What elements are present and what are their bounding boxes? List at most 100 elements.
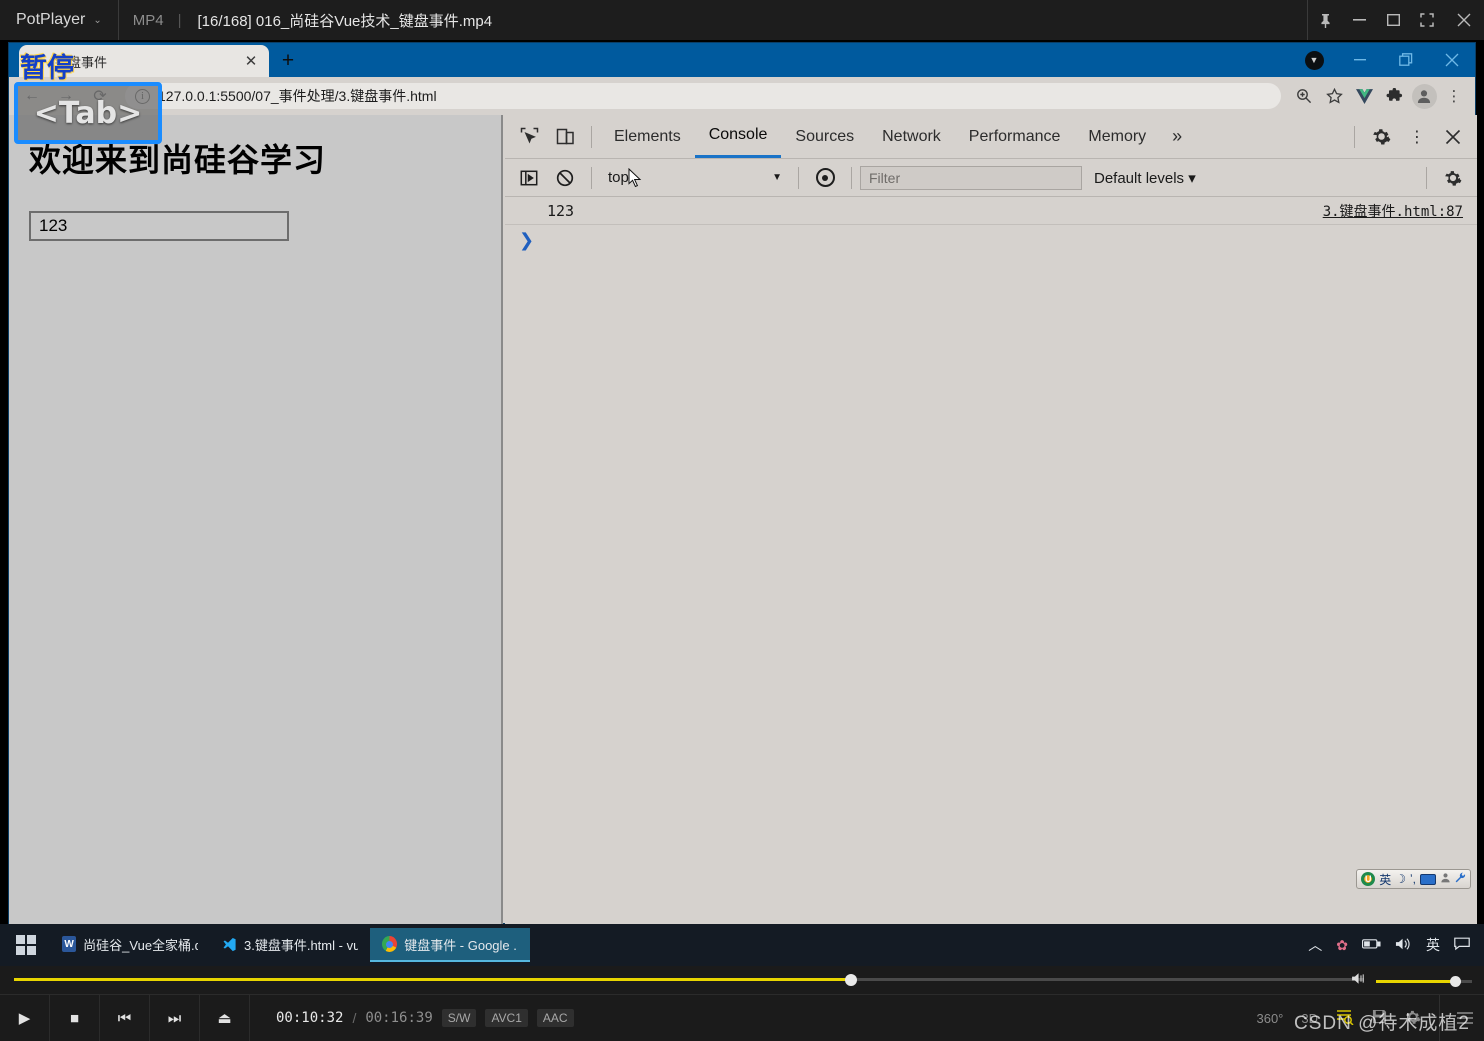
current-time: 00:10:32 [276, 1010, 344, 1026]
ime-keyboard-icon[interactable] [1420, 873, 1436, 885]
pause-watermark: 暂停 [20, 53, 74, 84]
chrome-menu-icon[interactable]: ⋮ [1439, 81, 1469, 111]
media-filename: [16/168] 016_尚硅谷Vue技术_键盘事件.mp4 [197, 12, 493, 30]
devtools-close-icon[interactable] [1435, 118, 1471, 156]
taskbar-item-chrome[interactable]: 键盘事件 - Google ... [370, 928, 530, 962]
seek-thumb[interactable] [845, 973, 857, 986]
volume-slider[interactable] [1376, 975, 1472, 987]
console-settings-group [1418, 159, 1471, 197]
filterbar-divider [591, 166, 592, 189]
minimize-icon[interactable] [1342, 0, 1376, 40]
profile-avatar-icon[interactable] [1409, 81, 1439, 111]
ime-logo-icon[interactable]: U [1361, 872, 1376, 886]
close-icon[interactable] [1429, 43, 1475, 77]
device-toolbar-icon[interactable] [547, 118, 583, 156]
media-format-label: MP4 [132, 11, 164, 29]
taskbar-item-vscode[interactable]: 3.键盘事件.html - vu... [210, 928, 370, 962]
inspect-element-icon[interactable] [511, 118, 547, 156]
downloads-icon[interactable]: ▼ [1291, 43, 1337, 77]
tab-console[interactable]: Console [694, 116, 782, 158]
console-settings-icon[interactable] [1435, 159, 1471, 197]
page-text-input[interactable] [29, 211, 289, 241]
console-levels-dropdown[interactable]: Default levels ▾ [1082, 169, 1208, 187]
seek-bar[interactable] [14, 973, 1364, 986]
ime-mode-label[interactable]: 英 [1379, 871, 1391, 888]
more-tabs-icon[interactable]: » [1160, 126, 1194, 147]
devtools-tabbar: Elements Console Sources Network Perform… [505, 115, 1477, 159]
flower-app-icon[interactable]: ✿ [1336, 937, 1348, 954]
next-button[interactable]: ⏭ [150, 994, 200, 1041]
taskbar-item-label: 键盘事件 - Google ... [404, 937, 518, 953]
devtools-settings-icon[interactable] [1363, 118, 1399, 156]
address-bar-url: 127.0.0.1:5500/07_事件处理/3.键盘事件.html [158, 88, 437, 104]
console-message-source-link[interactable]: 3.键盘事件.html:87 [1323, 201, 1463, 221]
ime-punctuation-icon[interactable]: ʼ, [1410, 872, 1416, 886]
battery-icon[interactable] [1362, 937, 1381, 953]
ime-language-indicator[interactable]: 英 [1426, 935, 1440, 955]
restore-icon[interactable] [1383, 43, 1429, 77]
previous-button[interactable]: ⏮ [100, 994, 150, 1041]
keypress-overlay: <Tab> [14, 82, 162, 144]
filterbar-divider [1426, 166, 1427, 189]
potplayer-brand-menu[interactable]: PotPlayer ⌄ [0, 0, 118, 40]
ime-user-icon[interactable] [1440, 872, 1451, 886]
stop-button[interactable]: ■ [50, 994, 100, 1041]
fullscreen-icon[interactable] [1410, 0, 1444, 40]
vue-devtools-icon[interactable] [1349, 81, 1379, 111]
live-expression-icon[interactable] [807, 159, 843, 197]
console-message-row[interactable]: 123 3.键盘事件.html:87 [505, 197, 1477, 225]
screen-root: PotPlayer ⌄ MP4 | [16/168] 016_尚硅谷Vue技术_… [0, 0, 1484, 1041]
tab-sources[interactable]: Sources [781, 116, 868, 158]
volume-control [1351, 972, 1472, 990]
extensions-puzzle-icon[interactable] [1379, 81, 1409, 111]
bookmark-star-icon[interactable] [1319, 81, 1349, 111]
minimize-icon[interactable] [1337, 43, 1383, 77]
csdn-watermark: CSDN @待木成植2 [1294, 1013, 1470, 1034]
address-bar[interactable]: i 127.0.0.1:5500/07_事件处理/3.键盘事件.html [125, 83, 1281, 109]
show-hidden-icons-button[interactable]: ︿ [1308, 935, 1322, 955]
tab-elements[interactable]: Elements [600, 116, 695, 158]
page-viewport: 欢迎来到尚硅谷学习 [9, 115, 503, 925]
console-filter-placeholder: Filter [869, 169, 901, 186]
volume-icon[interactable] [1395, 937, 1412, 954]
play-button[interactable]: ▶ [0, 994, 50, 1041]
clear-console-icon[interactable] [547, 159, 583, 197]
devtools-right-controls: ⋮ [1346, 118, 1471, 156]
devtools-panel: Elements Console Sources Network Perform… [505, 115, 1477, 925]
toolbar-divider [591, 125, 592, 148]
taskbar-item-word[interactable]: W 尚硅谷_Vue全家桶.d... [50, 928, 210, 962]
ime-tools-icon[interactable] [1455, 872, 1466, 886]
windows-start-button[interactable] [16, 935, 36, 955]
tab-memory[interactable]: Memory [1074, 116, 1160, 158]
ime-floating-toolbar[interactable]: U 英 ☽ ʼ, [1356, 869, 1471, 889]
chevron-down-icon: ⌄ [93, 14, 102, 26]
view-360-button[interactable]: 360° [1256, 1011, 1283, 1026]
tab-performance[interactable]: Performance [955, 116, 1075, 158]
devtools-menu-icon[interactable]: ⋮ [1399, 118, 1435, 156]
chrome-toolbar: ← → ⟳ i 127.0.0.1:5500/07_事件处理/3.键盘事件.ht… [9, 77, 1475, 115]
ime-moon-icon[interactable]: ☽ [1395, 872, 1406, 886]
eject-button[interactable]: ⏏ [200, 994, 250, 1041]
close-icon[interactable] [1444, 0, 1484, 40]
tab-network[interactable]: Network [868, 116, 955, 158]
chrome-icon [382, 936, 398, 952]
console-output[interactable]: 123 3.键盘事件.html:87 ❯ U 英 ☽ ʼ, [505, 197, 1477, 925]
filterbar-divider [798, 166, 799, 189]
player-buttons-row: ▶ ■ ⏮ ⏭ ⏏ 00:10:32 / 00:16:39 S/W AVC1 A… [0, 994, 1484, 1041]
volume-speaker-icon[interactable] [1351, 972, 1368, 990]
maximize-icon[interactable] [1376, 0, 1410, 40]
tab-close-icon[interactable]: ✕ [241, 52, 261, 70]
zoom-in-icon[interactable] [1289, 81, 1319, 111]
console-filter-bar: top ▼ Filter Default levels ▾ [505, 159, 1477, 197]
time-separator: / [352, 1010, 357, 1026]
console-filter-input[interactable]: Filter [860, 165, 1082, 190]
volume-fill [1376, 979, 1455, 983]
console-input-prompt[interactable]: ❯ [505, 225, 1477, 255]
decoder-chip: S/W [441, 1009, 477, 1027]
video-codec-chip: AVC1 [485, 1009, 528, 1027]
new-tab-button[interactable]: + [269, 45, 307, 77]
notifications-icon[interactable] [1454, 937, 1470, 954]
console-sidebar-toggle-icon[interactable] [511, 159, 547, 197]
volume-thumb[interactable] [1449, 975, 1461, 987]
pin-icon[interactable] [1308, 0, 1342, 40]
